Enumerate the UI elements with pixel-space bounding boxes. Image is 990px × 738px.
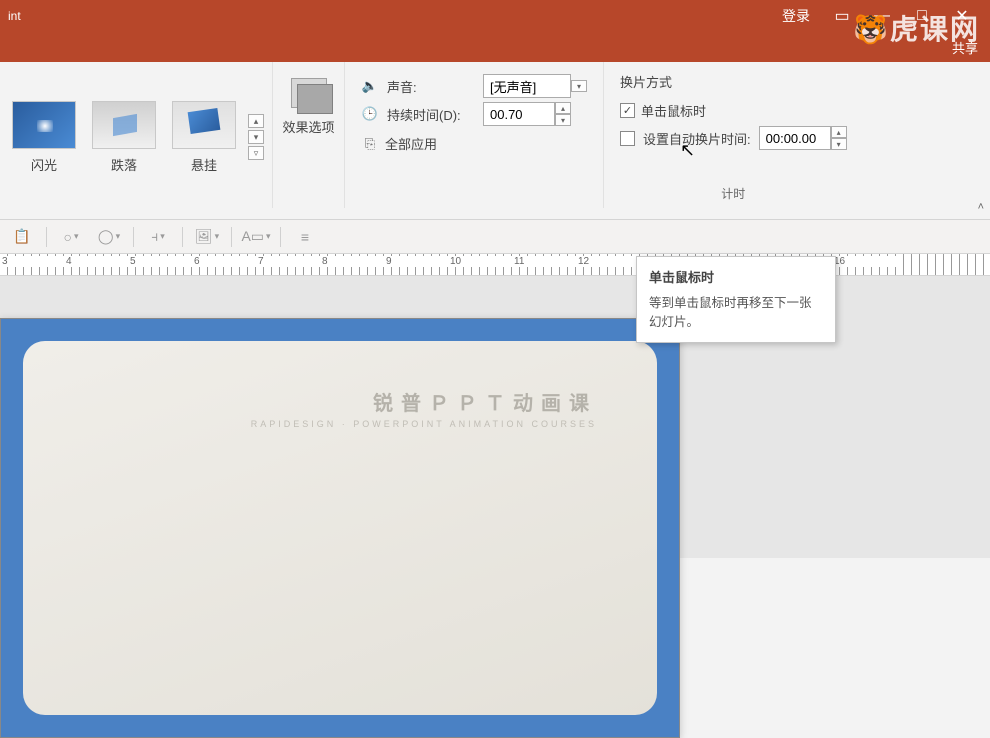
tooltip-title: 单击鼠标时 [649, 267, 823, 286]
ribbon-display-icon[interactable]: ▭ [822, 0, 862, 32]
ruler-number: 3 [0, 256, 64, 267]
gallery-scroll-up-icon[interactable]: ▴ [248, 114, 264, 128]
gallery-scroll-down-icon[interactable]: ▾ [248, 130, 264, 144]
slide[interactable]: 锐普ＰＰＴ动画课 RAPIDESIGN · POWERPOINT ANIMATI… [0, 318, 680, 738]
qat-circle-icon[interactable]: ◯▾ [95, 225, 123, 249]
duration-icon: 🕒 [361, 106, 379, 122]
apply-all-icon: ⎘ [361, 136, 379, 152]
auto-after-checkbox[interactable] [620, 131, 635, 146]
on-click-checkbox[interactable] [620, 103, 635, 118]
sound-icon: 🔈 [361, 78, 379, 94]
ruler-number: 11 [512, 256, 576, 267]
advance-group: 换片方式 单击鼠标时 设置自动换片时间: ▴ ▾ 计时 [604, 62, 863, 208]
duration-input[interactable] [483, 102, 555, 126]
transition-fall-thumb [92, 101, 156, 149]
slide-canvas[interactable]: 锐普ＰＰＴ动画课 RAPIDESIGN · POWERPOINT ANIMATI… [0, 276, 990, 558]
transition-flash-thumb [12, 101, 76, 149]
timing-group: 🔈 声音: ▾ 🕒 持续时间(D): ▴ ▾ ⎘ 全部应用 [345, 62, 604, 208]
login-button[interactable]: 登录 [770, 6, 822, 26]
app-name-fragment: int [0, 0, 21, 32]
transition-flash-label: 闪光 [8, 155, 80, 174]
ruler-number: 5 [128, 256, 192, 267]
transition-fall-label: 跌落 [88, 155, 160, 174]
auto-after-input[interactable] [759, 126, 831, 150]
transition-hang[interactable]: 悬挂 [164, 97, 244, 178]
minimize-icon[interactable]: — [862, 0, 902, 32]
apply-all-label: 全部应用 [385, 134, 437, 153]
advance-title: 换片方式 [620, 72, 847, 96]
quick-access-toolbar: 📋 ○▾ ◯▾ ⫞▾ 🖼▾ A▭▾ ≡ [0, 220, 990, 254]
transition-hang-label: 悬挂 [168, 155, 240, 174]
qat-more-icon[interactable]: ≡ [291, 225, 319, 249]
auto-after-label: 设置自动换片时间: [643, 129, 751, 148]
slide-title: 锐普ＰＰＴ动画课 [373, 387, 597, 416]
ruler-number: 10 [448, 256, 512, 267]
qat-shape-icon[interactable]: ○▾ [57, 225, 85, 249]
sound-label: 声音: [387, 77, 475, 96]
ruler-number: 4 [64, 256, 128, 267]
transition-fall[interactable]: 跌落 [84, 97, 164, 178]
effect-options-icon [285, 72, 333, 114]
transition-hang-thumb [172, 101, 236, 149]
gallery-more[interactable]: ▴ ▾ ▿ [244, 114, 268, 160]
slide-subtitle: RAPIDESIGN · POWERPOINT ANIMATION COURSE… [251, 419, 597, 429]
maximize-icon[interactable]: □ [902, 0, 942, 32]
ribbon-collapse-icon[interactable]: ˄ [978, 201, 984, 213]
transition-flash[interactable]: 闪光 [4, 97, 84, 178]
qat-align-icon[interactable]: ⫞▾ [144, 225, 172, 249]
sound-select[interactable] [483, 74, 571, 98]
tooltip-body: 等到单击鼠标时再移至下一张幻灯片。 [649, 294, 823, 332]
ruler-number: 7 [256, 256, 320, 267]
timing-caption: 计时 [721, 185, 745, 202]
qat-picture-icon[interactable]: 🖼▾ [193, 225, 221, 249]
horizontal-ruler: 345678910111213141516 [0, 254, 990, 276]
sound-dropdown-icon[interactable]: ▾ [571, 80, 587, 92]
auto-up-icon[interactable]: ▴ [831, 126, 847, 138]
close-icon[interactable]: ✕ [942, 0, 982, 32]
transition-gallery: 闪光 跌落 悬挂 ▴ ▾ ▿ [0, 62, 273, 208]
share-button[interactable]: 共享 [952, 38, 978, 57]
on-click-label: 单击鼠标时 [641, 101, 706, 120]
ruler-number: 8 [320, 256, 384, 267]
titlebar: int 登录 ▭ — □ ✕ [0, 0, 990, 32]
duration-up-icon[interactable]: ▴ [555, 102, 571, 114]
duration-down-icon[interactable]: ▾ [555, 114, 571, 126]
duration-label: 持续时间(D): [387, 105, 475, 124]
ruler-number: 9 [384, 256, 448, 267]
qat-textbox-icon[interactable]: A▭▾ [242, 225, 270, 249]
tooltip: 单击鼠标时 等到单击鼠标时再移至下一张幻灯片。 [636, 256, 836, 343]
ruler-number: 6 [192, 256, 256, 267]
effect-options-button[interactable]: 效果选项 [273, 62, 345, 208]
slide-content: 锐普ＰＰＴ动画课 RAPIDESIGN · POWERPOINT ANIMATI… [23, 341, 657, 715]
share-row: 共享 [0, 32, 990, 62]
ruler-number: 16 [832, 256, 896, 267]
effect-options-label: 效果选项 [279, 120, 338, 137]
qat-paste-icon[interactable]: 📋 [8, 225, 36, 249]
gallery-expand-icon[interactable]: ▿ [248, 146, 264, 160]
auto-down-icon[interactable]: ▾ [831, 138, 847, 150]
apply-all-button[interactable]: ⎘ 全部应用 [361, 134, 587, 153]
ribbon: 闪光 跌落 悬挂 ▴ ▾ ▿ 效果选项 🔈 声音: ▾ 🕒 [0, 62, 990, 220]
ruler-number: 12 [576, 256, 640, 267]
